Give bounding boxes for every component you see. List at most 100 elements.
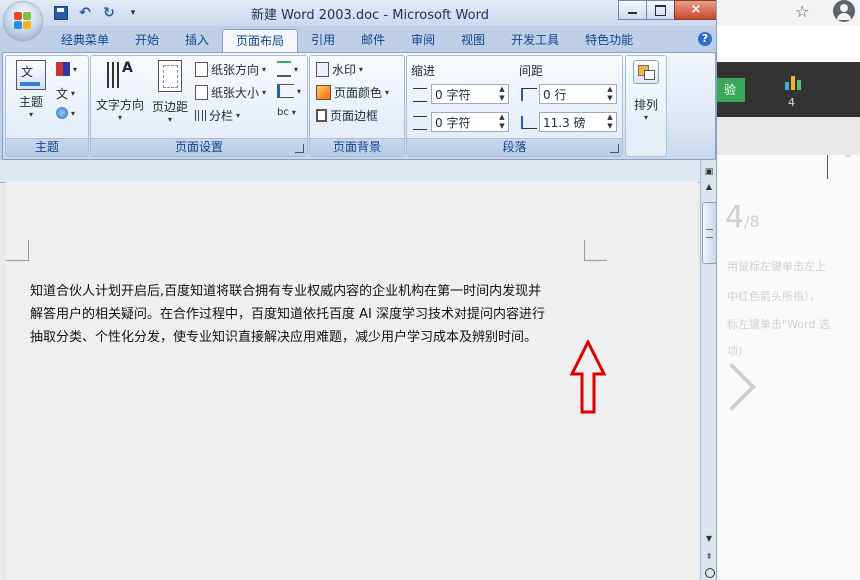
tab-insert[interactable]: 插入 [172, 29, 222, 52]
vertical-scrollbar[interactable]: ▣ ▲ ▼ ⇞ [700, 160, 716, 580]
theme-effects-button[interactable]: ▾ [56, 107, 75, 119]
paragraph-group: 缩进 间距 0 字符 ▲ ▼ 0 字符 ▲ ▼ 0 行 ▲ ▼ 11.3 磅 ▲ ▼ [406, 55, 623, 157]
tab-developer[interactable]: 开发工具 [498, 29, 572, 52]
gray-band [715, 117, 860, 155]
scroll-up-icon[interactable]: ▲ [703, 182, 715, 194]
spinner-arrows-icon[interactable]: ▲ ▼ [604, 113, 616, 131]
background-browser: ☆ 验 4 4/8 用鼠标左键单击左上 中红色箭头所指）， 标左键单击"Word… [707, 0, 860, 580]
indent-label: 缩进 [411, 64, 436, 78]
instruction-line: 中红色箭头所指）， [727, 290, 821, 303]
dialog-launcher-icon[interactable] [295, 144, 304, 153]
instruction-line: 项） [727, 345, 749, 358]
window-title: 新建 Word 2003.doc - Microsoft Word [251, 8, 489, 23]
breaks-icon [277, 61, 291, 77]
indent-left-input[interactable]: 0 字符 ▲ ▼ [431, 84, 509, 104]
arrange-group: 排列 ▾ [625, 55, 667, 157]
instruction-line: 用鼠标左键单击左上 [727, 260, 826, 273]
grip-icon [706, 229, 713, 238]
orientation-button[interactable]: 纸张方向 ▾ [195, 61, 266, 78]
hyphenation-button[interactable]: bc ▾ [277, 107, 296, 118]
select-browse-object-icon[interactable] [705, 568, 715, 578]
tab-page-layout[interactable]: 页面布局 [222, 29, 299, 52]
theme-button[interactable]: 文 主题 ▾ [10, 60, 52, 119]
previous-page-icon[interactable]: ⇞ [703, 552, 715, 564]
indent-right-input[interactable]: 0 字符 ▲ ▼ [431, 112, 509, 132]
tab-classic-menu[interactable]: 经典菜单 [48, 29, 122, 52]
step-number: 4/8 [725, 200, 760, 235]
maximize-button[interactable] [646, 0, 675, 20]
page-color-icon [316, 85, 331, 100]
paper-size-button[interactable]: 纸张大小 ▾ [195, 84, 266, 101]
bar-chart-icon[interactable] [785, 74, 803, 90]
browser-toolbar: ☆ [715, 0, 860, 26]
theme-icon: 文 [16, 60, 46, 90]
close-button[interactable]: × [674, 0, 716, 20]
page-color-button[interactable]: 页面颜色 ▾ [316, 84, 389, 101]
text-direction-label: 文字方向 [95, 98, 144, 112]
tab-view[interactable]: 视图 [448, 29, 498, 52]
indent-right-value: 0 字符 [435, 116, 471, 130]
arrange-button[interactable]: 排列 ▾ [628, 60, 664, 122]
spacing-before-icon [521, 88, 537, 101]
office-button[interactable] [4, 2, 42, 40]
dropdown-arrow-icon: ▾ [294, 64, 299, 74]
crop-mark [584, 240, 607, 261]
page-setup-group: A 文字方向 ▾ 页边距 ▾ 纸张方向 ▾ 纸张大小 ▾ 分栏 ▾ ▾ ▾ bc… [90, 55, 308, 157]
scroll-down-icon[interactable]: ▼ [703, 534, 715, 546]
indent-left-value: 0 字符 [435, 88, 471, 102]
columns-button[interactable]: 分栏 ▾ [195, 107, 240, 124]
arrange-label: 排列 [633, 98, 658, 112]
theme-colors-button[interactable]: ▾ [56, 62, 77, 76]
tab-special-features[interactable]: 特色功能 [572, 29, 646, 52]
experience-button[interactable]: 验 [715, 78, 745, 102]
spinner-arrows-icon[interactable]: ▲ ▼ [496, 85, 508, 103]
document-paragraph[interactable]: 知道合伙人计划开启后,百度知道将联合拥有专业权威内容的企业机构在第一时间内发现并… [30, 280, 590, 349]
watermark-icon [316, 62, 329, 77]
tab-references[interactable]: 引用 [298, 29, 348, 52]
scroll-thumb[interactable] [702, 202, 716, 264]
minimize-icon [628, 12, 637, 14]
ribbon-tab-bar: 经典菜单 开始 插入 页面布局 引用 邮件 审阅 视图 开发工具 特色功能 [0, 26, 716, 52]
paragraph-line: 知道合伙人计划开启后,百度知道将联合拥有专业权威内容的企业机构在第一时间内发现并 [30, 284, 542, 299]
tab-mailings[interactable]: 邮件 [348, 29, 398, 52]
dropdown-arrow-icon: ▾ [73, 64, 78, 74]
spacing-after-input[interactable]: 11.3 磅 ▲ ▼ [539, 112, 617, 132]
dropdown-arrow-icon: ▾ [236, 111, 241, 120]
text-direction-icon: A [105, 60, 135, 92]
dialog-launcher-icon[interactable] [610, 144, 619, 153]
paragraph-group-label: 段落 [407, 138, 622, 156]
bookmark-star-icon[interactable]: ☆ [795, 2, 809, 21]
page-setup-group-label: 页面设置 [91, 138, 307, 156]
tab-review[interactable]: 审阅 [398, 29, 448, 52]
margins-label: 页边距 [151, 100, 188, 114]
page-background-group-label: 页面背景 [310, 138, 404, 156]
dropdown-arrow-icon: ▾ [297, 86, 302, 96]
ruler-toggle-icon[interactable]: ▣ [702, 167, 716, 180]
minimize-button[interactable] [618, 0, 647, 20]
line-numbers-button[interactable]: ▾ [277, 84, 301, 98]
orientation-icon [195, 62, 208, 77]
tab-home[interactable]: 开始 [122, 29, 172, 52]
spinner-arrows-icon[interactable]: ▲ ▼ [496, 113, 508, 131]
spacing-before-input[interactable]: 0 行 ▲ ▼ [539, 84, 617, 104]
indent-left-icon [413, 88, 427, 102]
spacing-after-value: 11.3 磅 [543, 116, 586, 130]
dropdown-arrow-icon: ▾ [643, 113, 648, 122]
instruction-line: 标左键单击"Word 选 [727, 318, 830, 331]
page-borders-icon [316, 109, 327, 122]
theme-fonts-button[interactable]: 文 ▾ [56, 85, 75, 102]
columns-icon [195, 110, 206, 121]
help-icon[interactable]: ? [698, 32, 712, 46]
text-direction-button[interactable]: A 文字方向 ▾ [95, 60, 145, 122]
dropdown-arrow-icon: ▾ [28, 110, 33, 119]
dropdown-arrow-icon: ▾ [71, 89, 76, 98]
spacing-before-value: 0 行 [543, 88, 567, 102]
account-icon[interactable] [833, 0, 855, 22]
page-borders-button[interactable]: 页面边框 [316, 107, 378, 124]
breaks-button[interactable]: ▾ [277, 61, 298, 77]
watermark-button[interactable]: 水印 ▾ [316, 61, 363, 78]
paper-size-icon [195, 85, 208, 100]
spacing-label: 间距 [519, 64, 544, 78]
spinner-arrows-icon[interactable]: ▲ ▼ [604, 85, 616, 103]
margins-button[interactable]: 页边距 ▾ [147, 60, 193, 124]
